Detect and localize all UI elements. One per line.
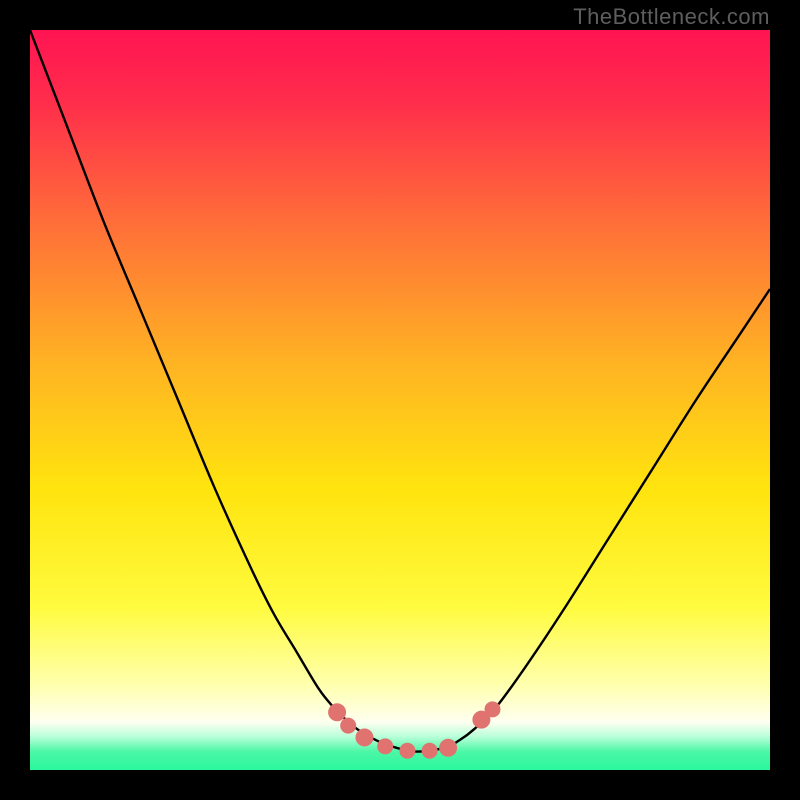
curve-marker	[355, 728, 373, 746]
chart-frame: TheBottleneck.com	[0, 0, 800, 800]
curve-marker	[422, 743, 438, 759]
bottleneck-curve-chart	[30, 30, 770, 770]
gradient-background	[30, 30, 770, 770]
curve-marker	[485, 701, 501, 717]
curve-marker	[328, 703, 346, 721]
curve-marker	[439, 739, 457, 757]
curve-marker	[377, 738, 393, 754]
attribution-text: TheBottleneck.com	[573, 4, 770, 30]
plot-area	[30, 30, 770, 770]
curve-marker	[399, 743, 415, 759]
curve-marker	[340, 718, 356, 734]
